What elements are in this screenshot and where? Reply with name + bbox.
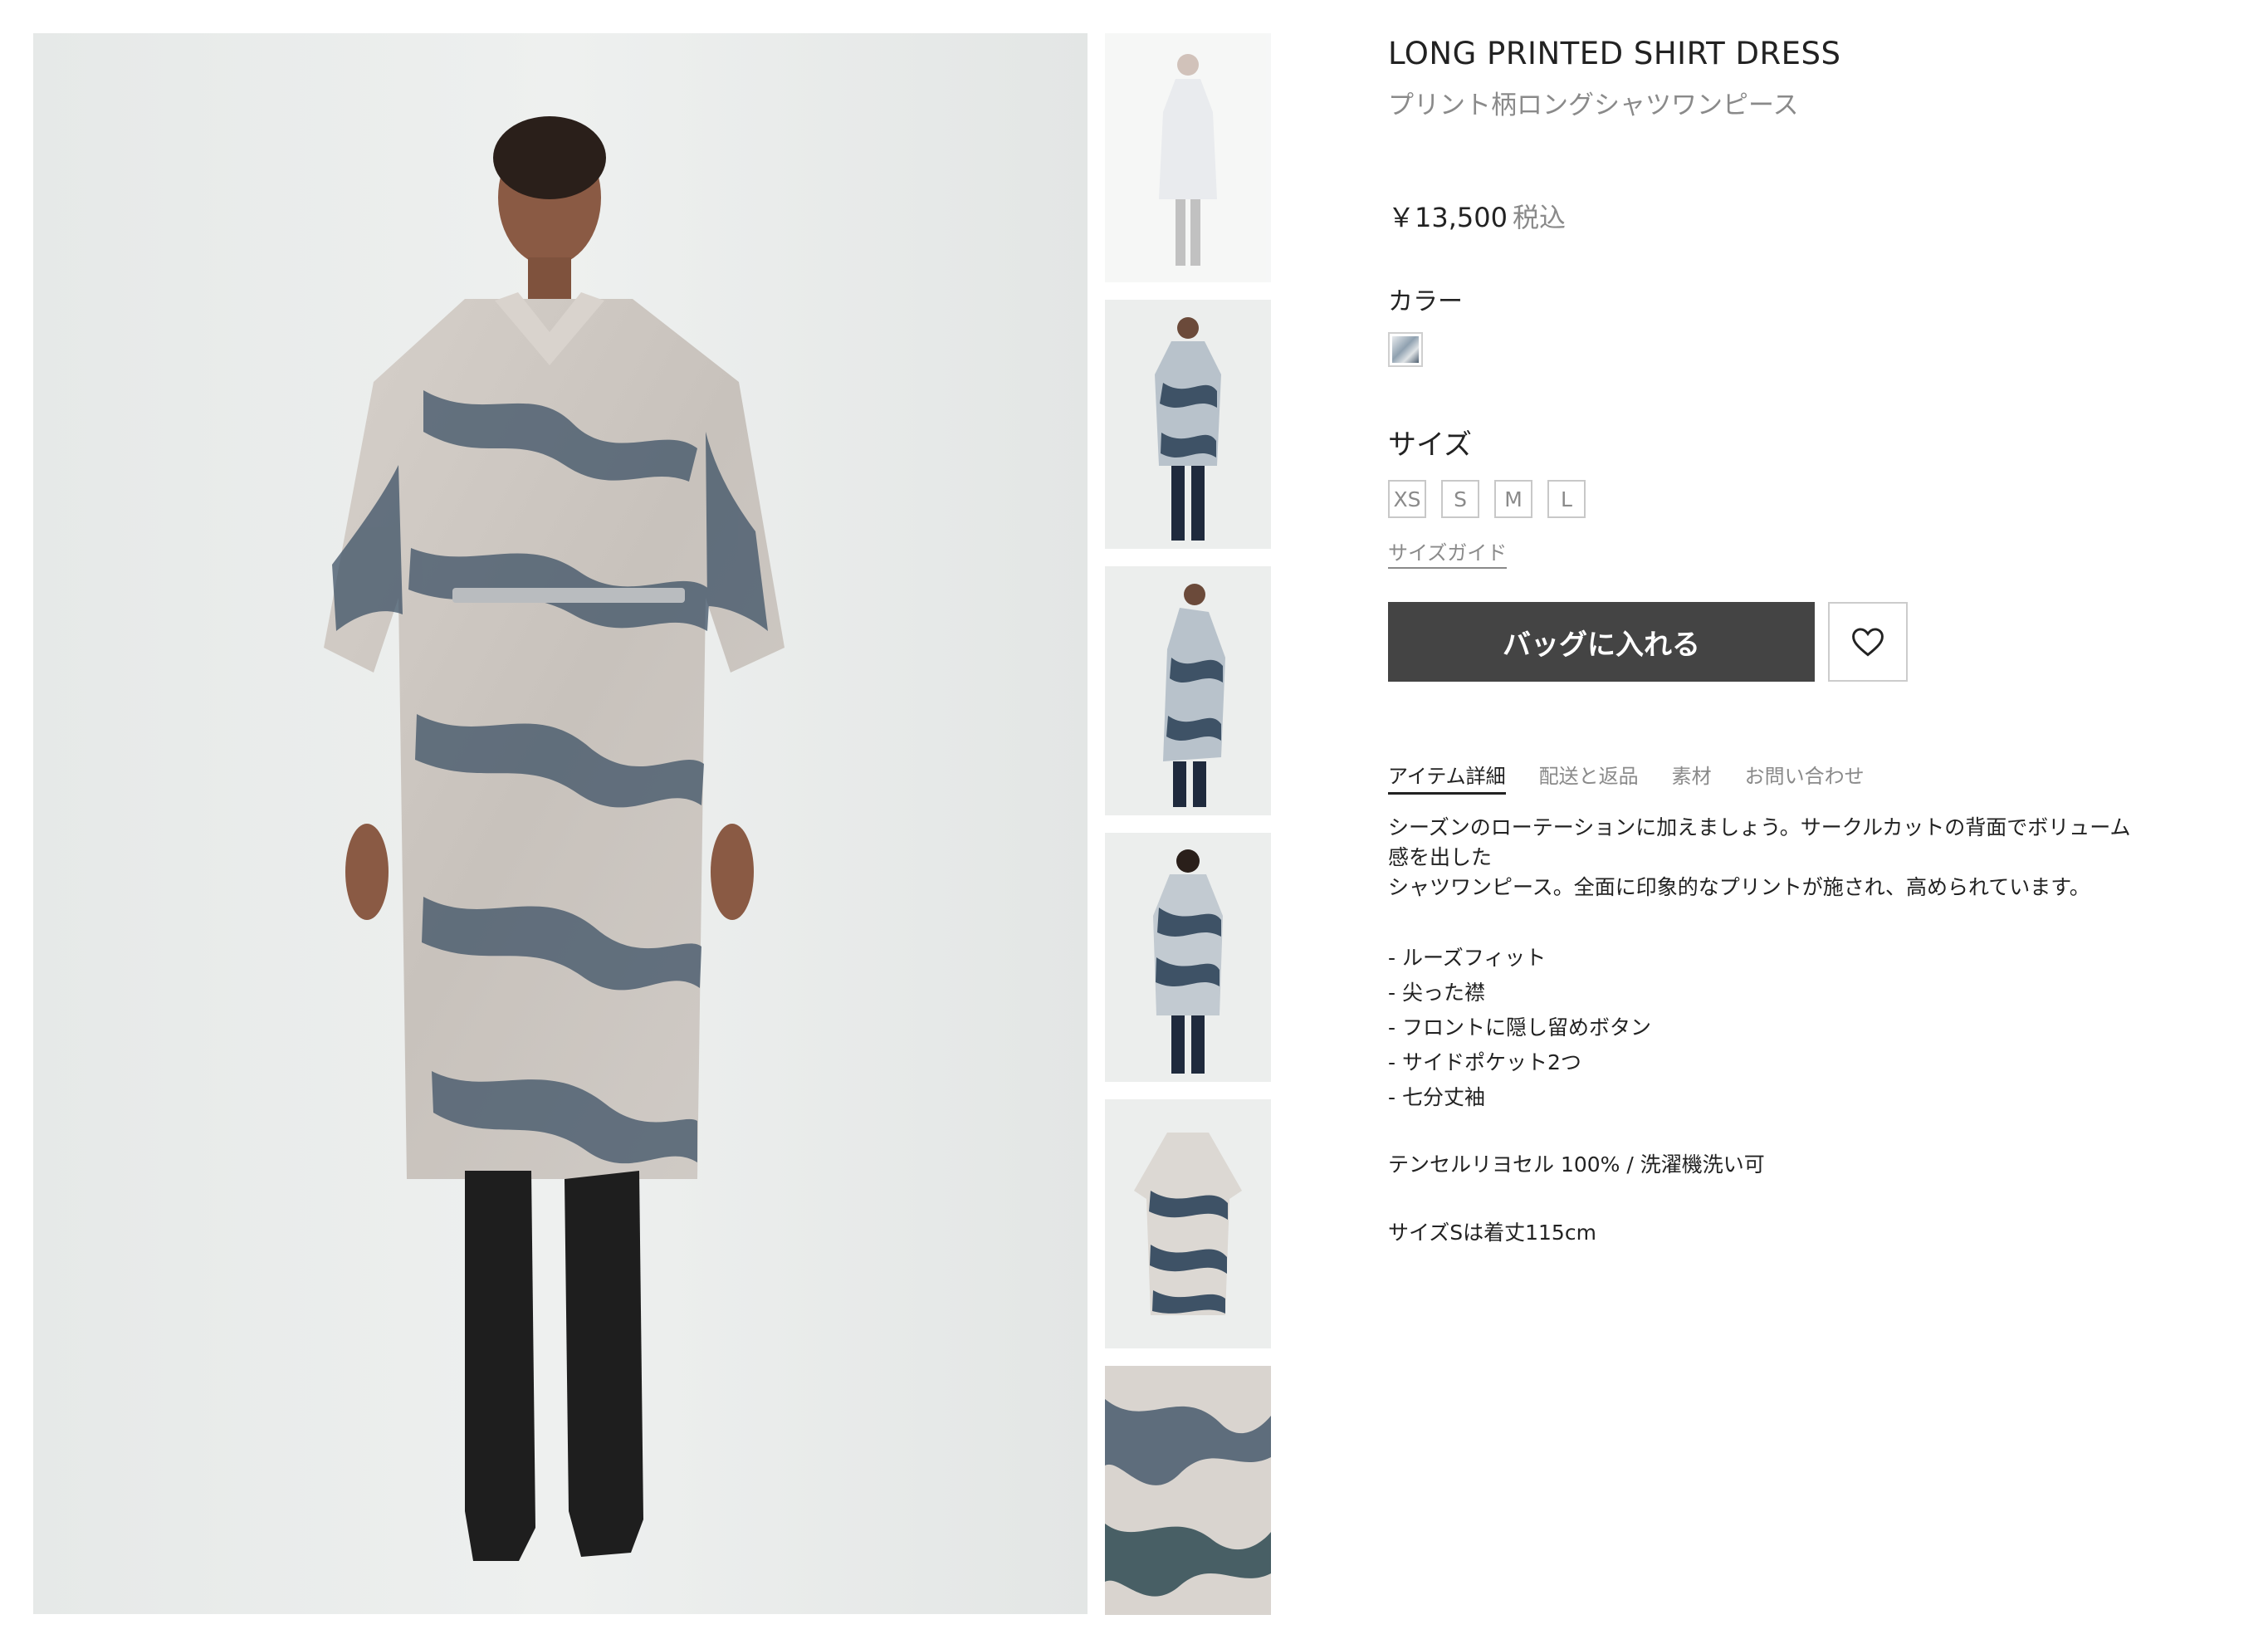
favorite-button[interactable] bbox=[1828, 602, 1908, 682]
product-info: LONG PRINTED SHIRT DRESS プリント柄ロングシャツワンピー… bbox=[1388, 33, 2135, 1248]
tab-materials[interactable]: 素材 bbox=[1672, 760, 1712, 795]
description-line-2: シャツワンピース。全面に印象的なプリントが施され、高められています。 bbox=[1388, 875, 2090, 899]
size-button-xs[interactable]: XS bbox=[1388, 480, 1426, 518]
feature-list: - ルーズフィット - 尖った襟 - フロントに隠し留めボタン - サイドポケッ… bbox=[1388, 941, 2135, 1115]
size-button-s[interactable]: S bbox=[1441, 480, 1479, 518]
tab-contact[interactable]: お問い合わせ bbox=[1745, 760, 1865, 795]
feature-item: - ルーズフィット bbox=[1388, 946, 1547, 970]
product-page: LONG PRINTED SHIRT DRESS プリント柄ロングシャツワンピー… bbox=[0, 0, 2268, 1644]
length-info: サイズSは着丈115cm bbox=[1388, 1221, 1596, 1245]
price-value: ￥13,500 bbox=[1388, 202, 1508, 233]
tab-item-details[interactable]: アイテム詳細 bbox=[1388, 760, 1506, 795]
print-swatch-icon bbox=[1392, 336, 1419, 363]
feature-item: - 七分丈袖 bbox=[1388, 1085, 1485, 1109]
size-options: XS S M L bbox=[1388, 480, 2135, 518]
thumbnail-list bbox=[1105, 33, 1271, 1632]
product-subtitle: プリント柄ロングシャツワンピース bbox=[1388, 91, 1799, 120]
size-button-l[interactable]: L bbox=[1547, 480, 1586, 518]
feature-item: - 尖った襟 bbox=[1388, 981, 1485, 1005]
color-label: カラー bbox=[1388, 287, 1463, 316]
thumbnail-5[interactable] bbox=[1105, 1099, 1271, 1348]
main-product-image[interactable] bbox=[33, 33, 1088, 1614]
heart-icon bbox=[1852, 628, 1884, 657]
add-to-bag-button[interactable]: バッグに入れる bbox=[1388, 602, 1815, 682]
thumbnail-1[interactable] bbox=[1105, 33, 1271, 282]
size-guide-link[interactable]: サイズガイド bbox=[1388, 536, 1508, 569]
feature-item: - サイドポケット2つ bbox=[1388, 1050, 1581, 1074]
color-swatch[interactable] bbox=[1388, 332, 1423, 367]
product-title: LONG PRINTED SHIRT DRESS bbox=[1388, 36, 1841, 71]
tax-label: 税込 bbox=[1512, 202, 1566, 233]
item-description: シーズンのローテーションに加えましょう。サークルカットの背面でボリューム感を出し… bbox=[1388, 813, 2135, 1248]
tab-shipping-returns[interactable]: 配送と返品 bbox=[1539, 760, 1639, 795]
thumbnail-4[interactable] bbox=[1105, 833, 1271, 1082]
size-button-m[interactable]: M bbox=[1494, 480, 1532, 518]
size-label: サイズ bbox=[1388, 428, 1472, 462]
thumbnail-6[interactable] bbox=[1105, 1366, 1271, 1615]
description-line-1: シーズンのローテーションに加えましょう。サークルカットの背面でボリューム感を出し… bbox=[1388, 815, 2131, 869]
product-price: ￥13,500 税込 bbox=[1388, 199, 2135, 236]
material-info: テンセルリヨセル 100% / 洗濯機洗い可 bbox=[1388, 1152, 1765, 1177]
thumbnail-3[interactable] bbox=[1105, 566, 1271, 815]
feature-item: - フロントに隠し留めボタン bbox=[1388, 1015, 1651, 1040]
info-tabs: アイテム詳細 配送と返品 素材 お問い合わせ bbox=[1388, 760, 2135, 795]
thumbnail-2[interactable] bbox=[1105, 300, 1271, 549]
purchase-actions: バッグに入れる bbox=[1388, 602, 2135, 682]
